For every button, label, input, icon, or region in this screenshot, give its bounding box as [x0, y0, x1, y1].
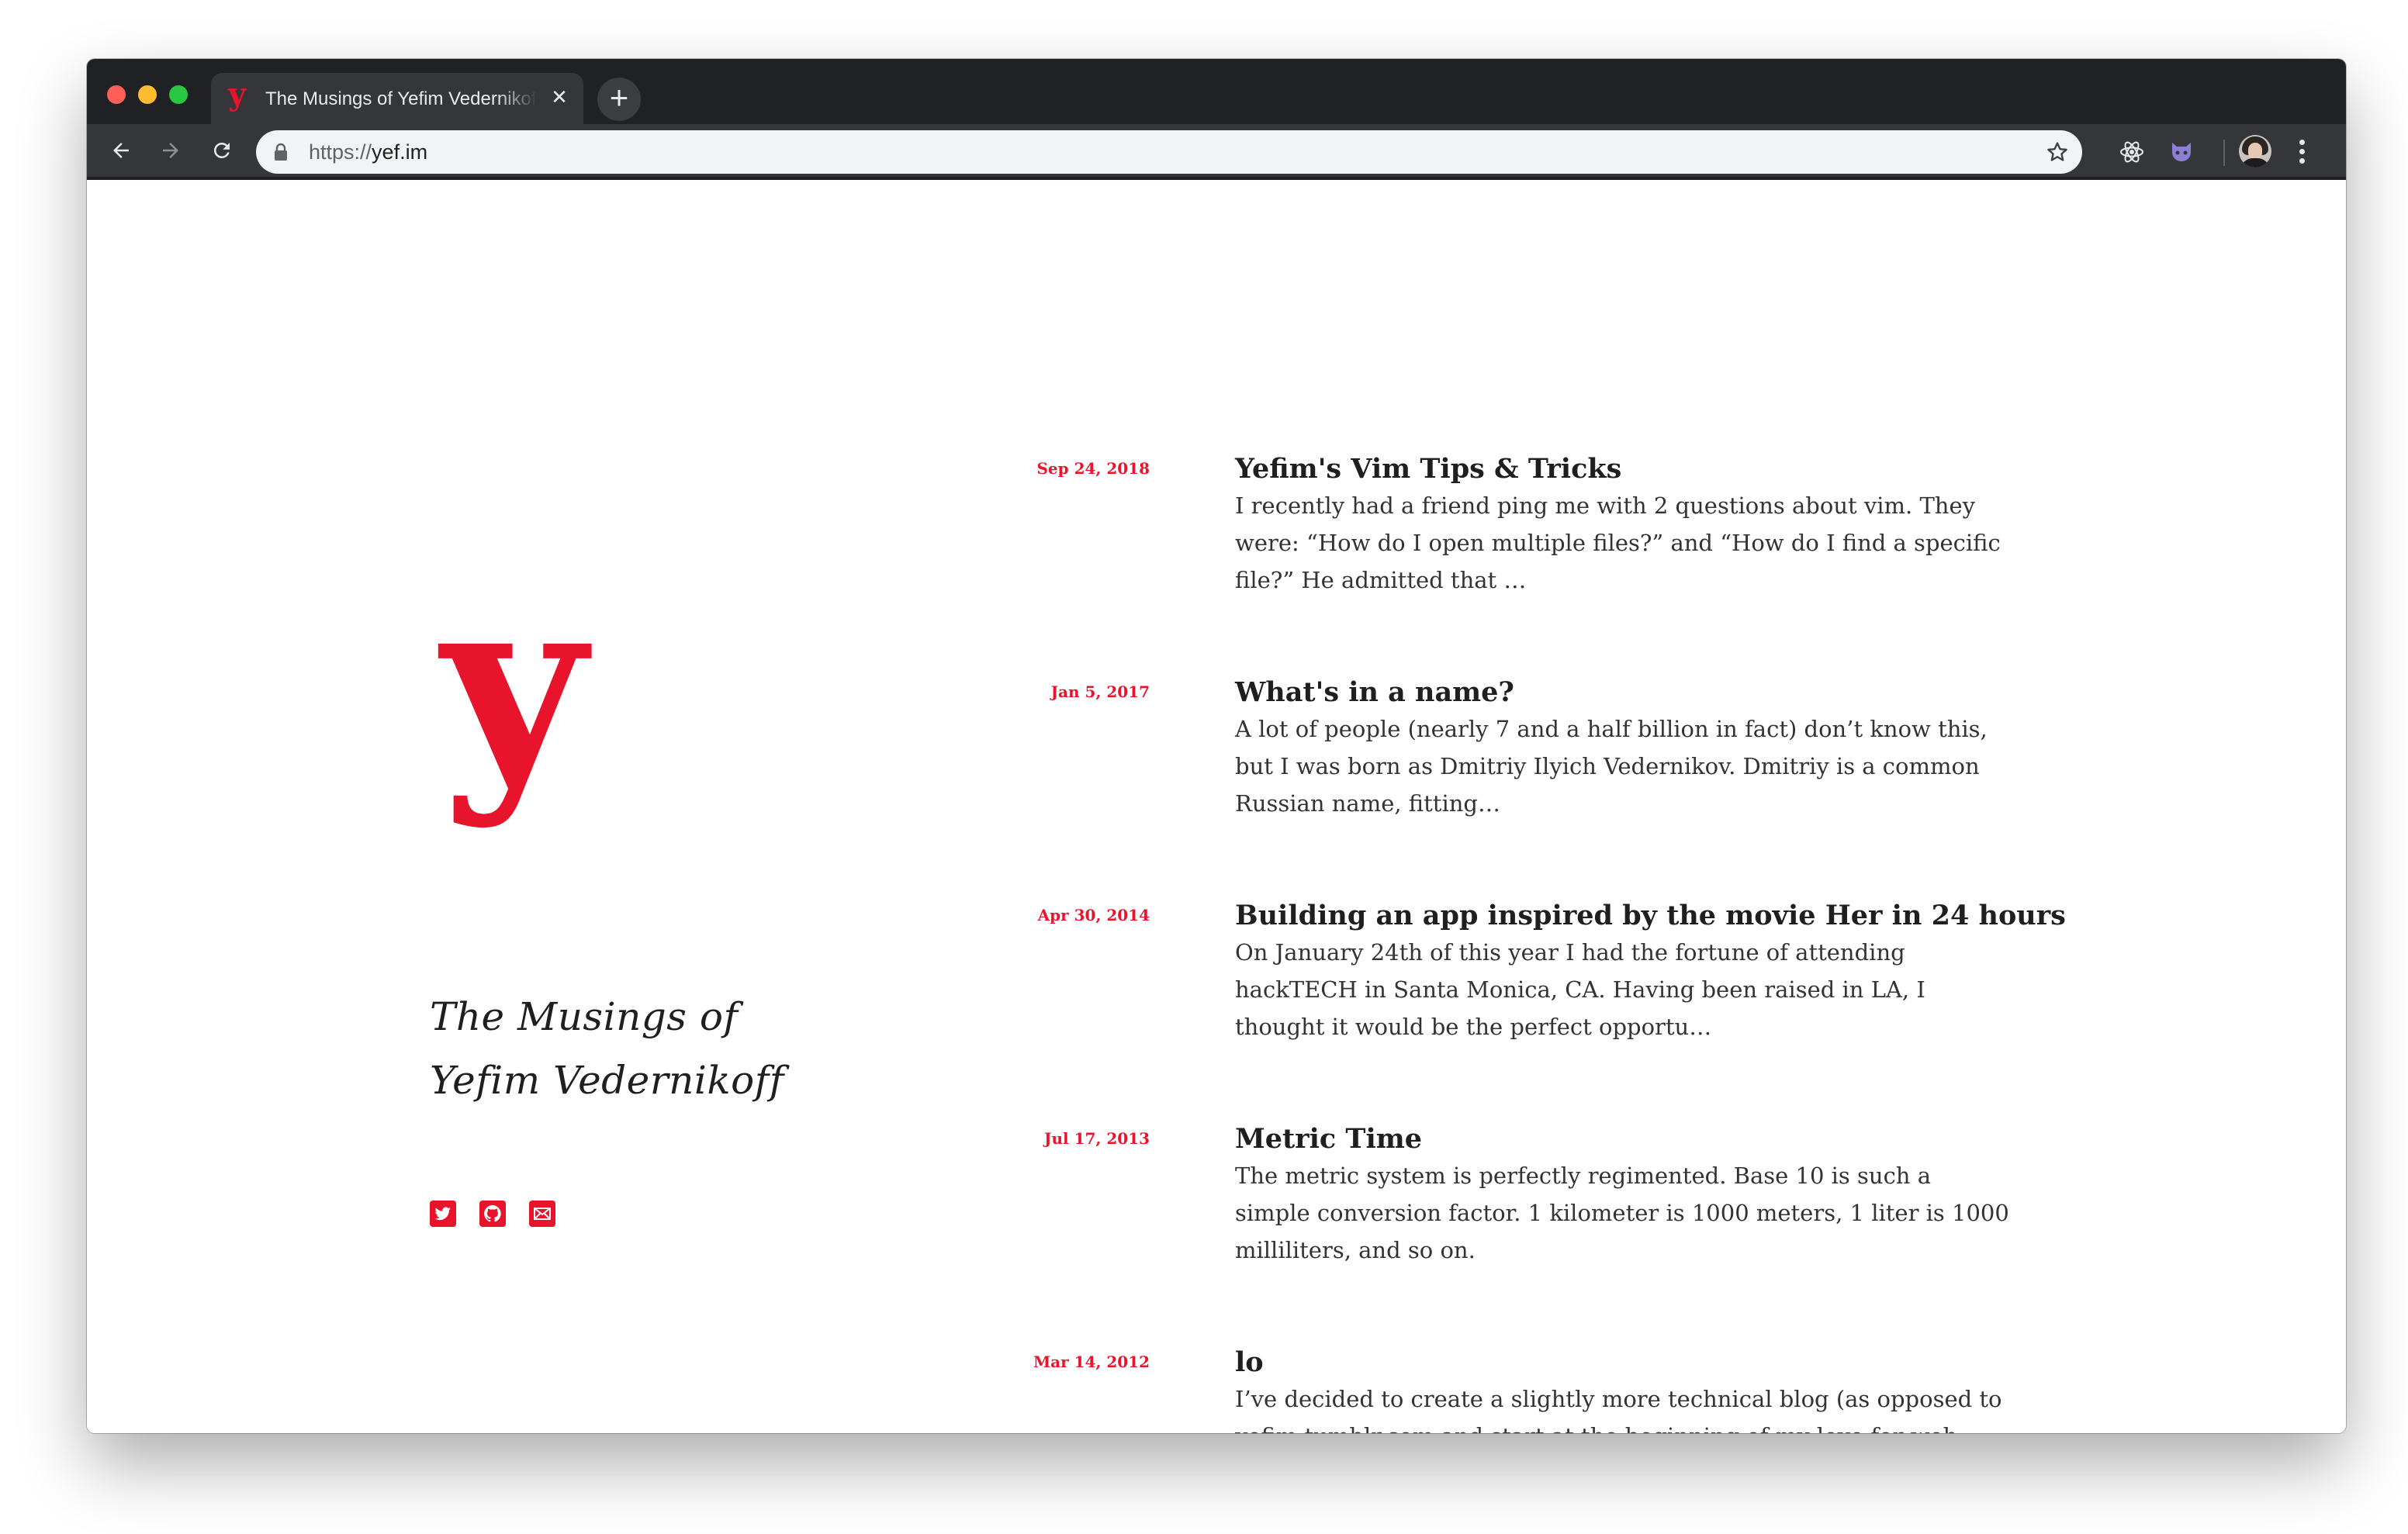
post-excerpt: I recently had a friend ping me with 2 q…: [1235, 492, 2001, 593]
new-tab-button[interactable]: +: [597, 78, 641, 121]
site-title-line1: The Musings of: [430, 994, 739, 1039]
github-extension-icon[interactable]: [2168, 138, 2195, 166]
site-logo[interactable]: y: [428, 617, 599, 850]
browser-toolbar: https://yef.im: [87, 124, 2346, 180]
post-title-link[interactable]: lo: [1235, 1345, 2011, 1380]
back-button[interactable]: [102, 132, 140, 169]
twitter-icon[interactable]: [430, 1201, 456, 1227]
lock-icon[interactable]: [273, 143, 289, 161]
reload-icon: [213, 142, 230, 158]
url-scheme: https://: [309, 140, 372, 164]
react-devtools-icon[interactable]: [2118, 138, 2146, 166]
github-icon[interactable]: [479, 1201, 506, 1227]
post-date: Jul 17, 2013: [1044, 1129, 1150, 1148]
post-date: Mar 14, 2012: [1033, 1353, 1150, 1371]
tab-title: The Musings of Yefim Vedernikoff: [265, 88, 537, 109]
post-title-link[interactable]: Yefim's Vim Tips & Tricks: [1235, 451, 2011, 487]
close-tab-icon[interactable]: ✕: [548, 85, 571, 109]
post-excerpt: I’ve decided to create a slightly more t…: [1235, 1386, 2002, 1433]
forward-button[interactable]: [152, 132, 189, 169]
site-title-line2: Yefim Vedernikoff: [430, 1058, 784, 1103]
tab-strip: y The Musings of Yefim Vedernikoff ✕ +: [87, 59, 2346, 124]
post-date: Apr 30, 2014: [1037, 906, 1150, 924]
post-date: Sep 24, 2018: [1036, 459, 1150, 478]
post-excerpt: The metric system is perfectly regimente…: [1235, 1163, 2009, 1263]
mail-icon[interactable]: [529, 1201, 555, 1227]
more-menu-icon[interactable]: [2290, 136, 2313, 168]
address-bar[interactable]: https://yef.im: [256, 130, 2082, 174]
favicon-icon: y: [228, 76, 247, 112]
maximize-window-button[interactable]: [169, 85, 188, 104]
minimize-window-button[interactable]: [138, 85, 157, 104]
arrow-left-icon: [113, 143, 129, 158]
post-excerpt: On January 24th of this year I had the f…: [1235, 939, 1925, 1040]
arrow-right-icon: [163, 143, 178, 158]
post-title-link[interactable]: Metric Time: [1235, 1121, 2011, 1157]
profile-avatar[interactable]: [2239, 135, 2271, 168]
bookmark-star-icon[interactable]: [2045, 140, 2070, 164]
post-date: Jan 5, 2017: [1050, 682, 1150, 701]
close-window-button[interactable]: [107, 85, 126, 104]
url-host: yef.im: [372, 140, 428, 164]
post-title-link[interactable]: What's in a name?: [1235, 675, 2011, 710]
browser-window: y The Musings of Yefim Vedernikoff ✕ + h…: [87, 59, 2346, 1433]
site-title: The Musings of Yefim Vedernikoff: [430, 985, 864, 1112]
page-content: y The Musings of Yefim Vedernikoff Sep 2…: [87, 183, 2346, 1433]
toolbar-divider: [2223, 140, 2225, 166]
url-text[interactable]: https://yef.im: [309, 141, 427, 163]
reload-button[interactable]: [203, 132, 240, 169]
post-title-link[interactable]: Building an app inspired by the movie He…: [1235, 898, 2066, 934]
post-excerpt: A lot of people (nearly 7 and a half bil…: [1235, 716, 1988, 817]
svg-text:y: y: [438, 617, 593, 831]
tab-active[interactable]: y The Musings of Yefim Vedernikoff ✕: [211, 73, 583, 124]
